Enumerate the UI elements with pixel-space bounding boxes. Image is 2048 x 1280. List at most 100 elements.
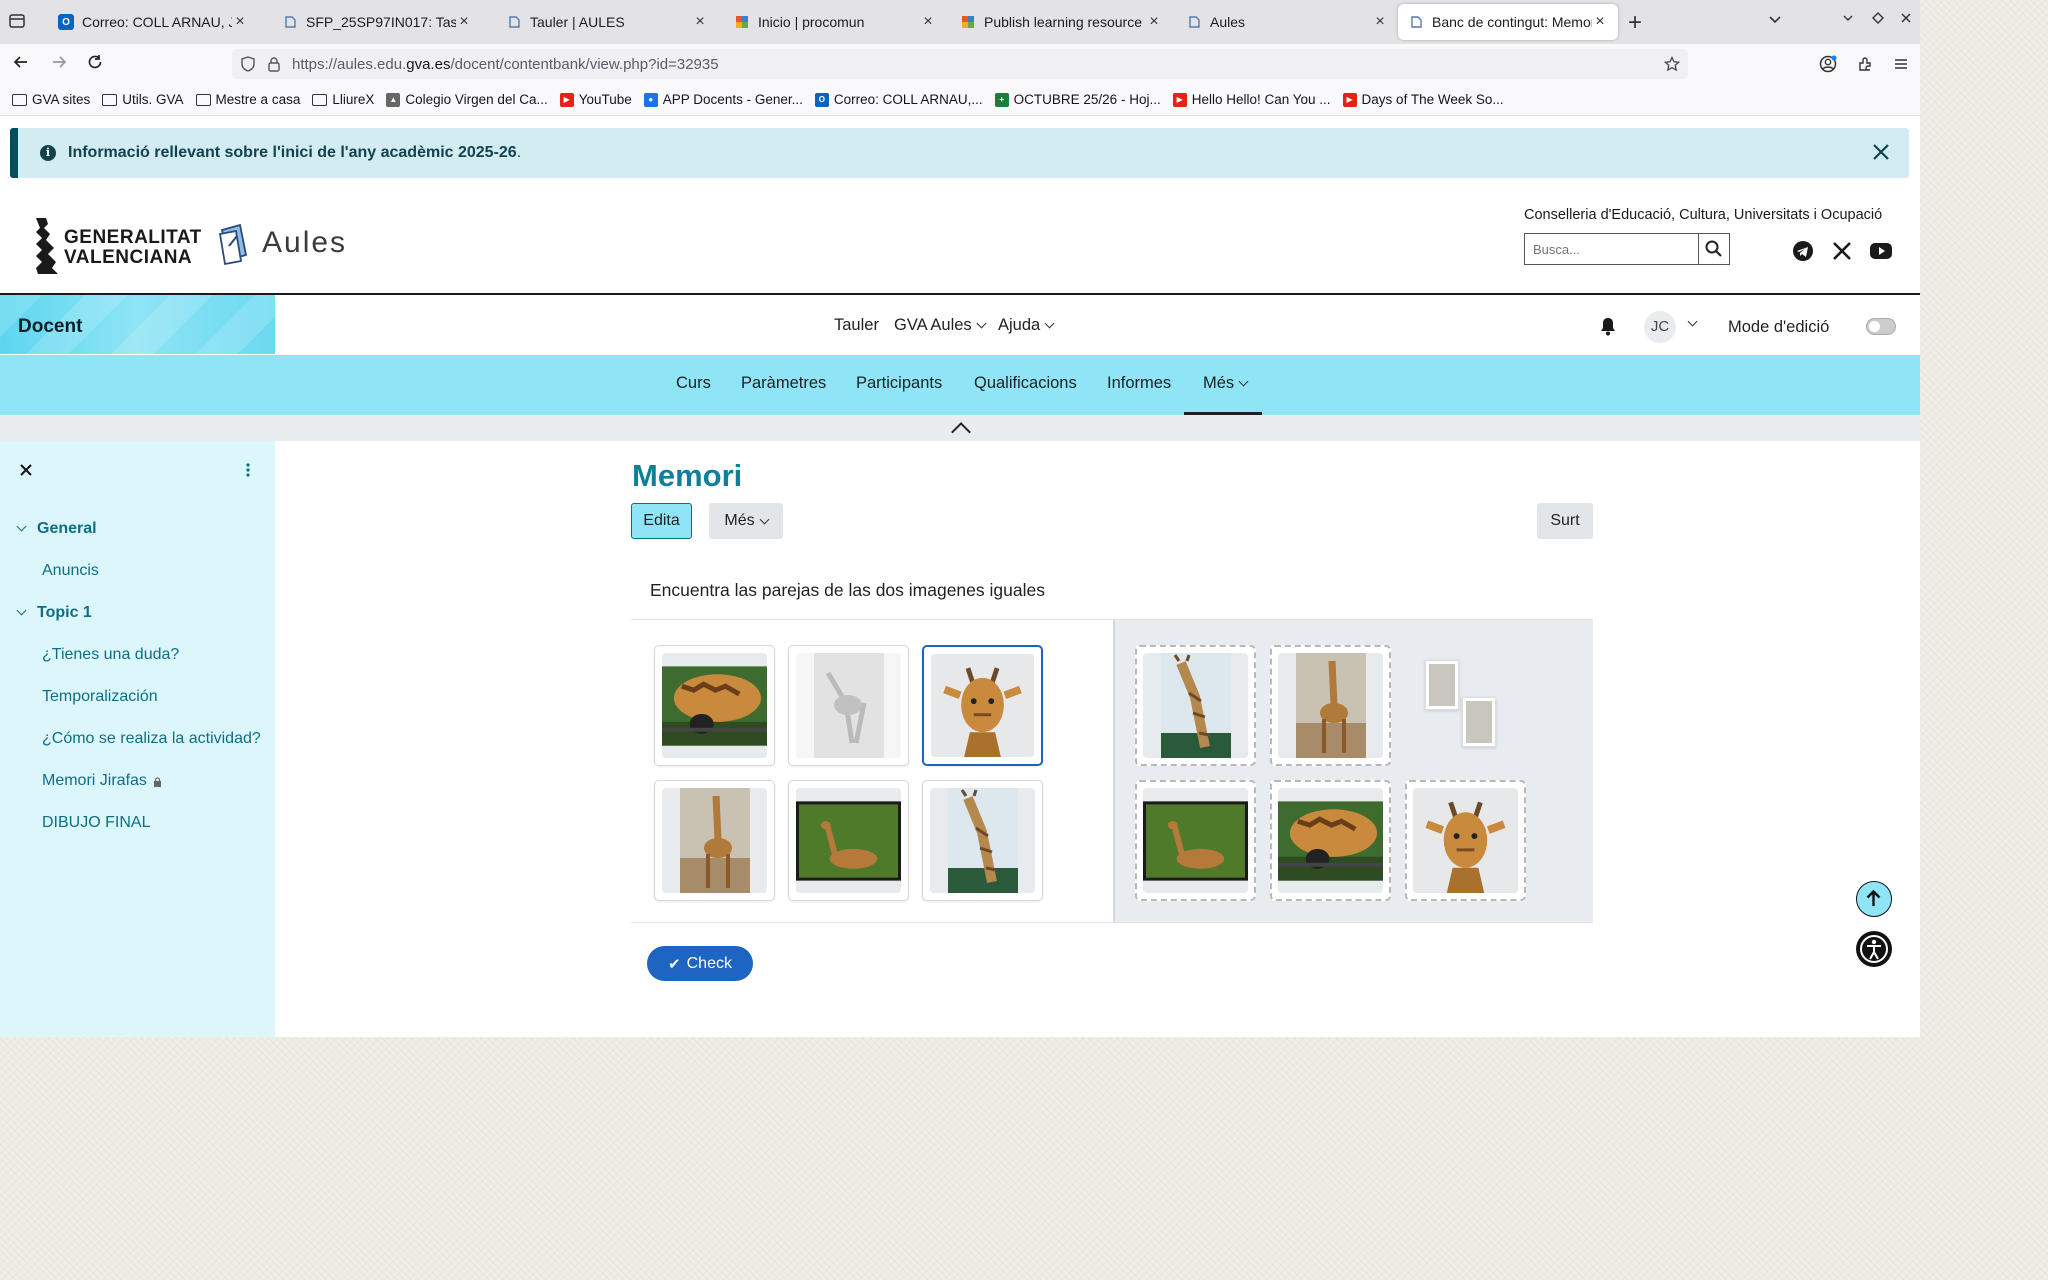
accessibility-icon[interactable] — [1856, 931, 1892, 967]
check-button[interactable]: ✔ Check — [647, 946, 753, 981]
bookmark-hello-hello[interactable]: ▶ Hello Hello! Can You ... — [1172, 92, 1331, 107]
close-tab-icon[interactable]: × — [920, 13, 936, 31]
browser-tab-3[interactable]: Tauler | AULES × — [496, 4, 718, 40]
bookmark-days-of-week[interactable]: ▶ Days of The Week So... — [1342, 92, 1504, 107]
bookmark-app-docents[interactable]: ● APP Docents - Gener... — [643, 92, 803, 107]
tab-title: SFP_25SP97IN017: Tasca Final — [306, 14, 456, 30]
bookmark-youtube[interactable]: ▶ YouTube — [559, 92, 632, 107]
sidebar-item-tienes-una-duda[interactable]: ¿Tienes una duda? — [42, 646, 179, 664]
aules-wordmark: Aules — [262, 226, 348, 259]
url-bar[interactable]: https://aules.edu. gva.es/docent/contentb… — [232, 49, 1688, 79]
topnav-ajuda[interactable]: Ajuda — [998, 316, 1055, 335]
sidebar-item-anuncis[interactable]: Anuncis — [42, 562, 99, 580]
sheets-icon: + — [994, 92, 1009, 107]
folder-icon — [12, 93, 27, 106]
search-input[interactable] — [1524, 233, 1698, 265]
tab-list-icon[interactable] — [8, 12, 30, 34]
sidebar-item-temporalizacion[interactable]: Temporalización — [42, 688, 158, 706]
new-tab-icon[interactable]: + — [1628, 9, 1642, 37]
sidebar-section-topic-1[interactable]: Topic 1 — [16, 604, 92, 622]
secnav-mes[interactable]: Més — [1203, 374, 1249, 393]
close-alert-icon[interactable] — [1869, 140, 1893, 164]
memory-card-4[interactable] — [654, 780, 775, 901]
secnav-participants[interactable]: Participants — [856, 374, 942, 393]
user-avatar[interactable]: JC — [1644, 311, 1676, 343]
tab-title: Publish learning resource — [984, 14, 1142, 30]
minimize-icon[interactable] — [1842, 12, 1854, 24]
close-tab-icon[interactable]: × — [1146, 13, 1162, 31]
browser-tab-5[interactable]: Publish learning resource × — [950, 4, 1172, 40]
secnav-informes[interactable]: Informes — [1107, 374, 1171, 393]
more-options-icon[interactable] — [245, 462, 251, 478]
tab-overflow-icon[interactable] — [1768, 12, 1782, 26]
back-icon[interactable] — [12, 53, 34, 75]
extensions-icon[interactable] — [1856, 54, 1876, 74]
search-button[interactable] — [1698, 233, 1730, 265]
notifications-bell-icon[interactable] — [1599, 316, 1617, 336]
bookmark-star-icon[interactable] — [1664, 56, 1680, 72]
bookmark-octubre-sheet[interactable]: + OCTUBRE 25/26 - Hoj... — [994, 92, 1161, 107]
chevron-down-icon — [1238, 376, 1249, 387]
memory-card-2-matched[interactable] — [788, 645, 909, 766]
x-twitter-icon[interactable] — [1831, 240, 1853, 262]
browser-tab-6[interactable]: Aules × — [1176, 4, 1398, 40]
account-icon[interactable] — [1818, 54, 1838, 74]
lock-icon — [153, 776, 162, 787]
browser-tab-4[interactable]: Inicio | procomun × — [724, 4, 946, 40]
sidebar-item-como-se-realiza[interactable]: ¿Cómo se realiza la actividad? — [42, 730, 261, 748]
bookmark-utils-gva[interactable]: Utils. GVA — [102, 92, 184, 107]
edit-mode-toggle[interactable] — [1866, 318, 1896, 335]
topnav-gva-aules[interactable]: GVA Aules — [894, 316, 987, 335]
shield-icon[interactable] — [240, 56, 256, 72]
secnav-curs[interactable]: Curs — [676, 374, 711, 393]
close-tab-icon[interactable]: × — [1592, 13, 1608, 31]
school-icon: ▲ — [386, 92, 401, 107]
edit-button[interactable]: Edita — [631, 503, 692, 539]
close-window-icon[interactable] — [1900, 12, 1912, 24]
url-host: gva.es — [406, 55, 451, 73]
bookmark-colegio[interactable]: ▲ Colegio Virgen del Ca... — [386, 92, 548, 107]
close-sidebar-icon[interactable] — [18, 462, 34, 478]
close-tab-icon[interactable]: × — [456, 13, 472, 31]
lock-icon[interactable] — [266, 56, 282, 72]
exit-button[interactable]: Surt — [1537, 503, 1593, 539]
drop-slot-6[interactable] — [1405, 780, 1526, 901]
forward-icon[interactable] — [50, 53, 72, 75]
bookmark-lliurex[interactable]: LliureX — [312, 92, 374, 107]
more-dropdown-button[interactable]: Més — [709, 503, 783, 539]
alert-text[interactable]: Informació rellevant sobre l'inici de l'… — [68, 144, 517, 162]
memory-card-6[interactable] — [922, 780, 1043, 901]
browser-tab-1[interactable]: O Correo: COLL ARNAU, JENIFER × — [48, 4, 258, 40]
drop-slot-4[interactable] — [1135, 780, 1256, 901]
reload-icon[interactable] — [86, 53, 108, 75]
close-tab-icon[interactable]: × — [1372, 13, 1388, 31]
scroll-to-top-button[interactable] — [1856, 881, 1892, 917]
browser-tab-2[interactable]: SFP_25SP97IN017: Tasca Final × — [272, 4, 482, 40]
close-tab-icon[interactable]: × — [232, 13, 248, 31]
drop-slot-1[interactable] — [1135, 645, 1256, 766]
browser-tab-active[interactable]: Banc de contingut: Memori × — [1398, 4, 1618, 40]
sidebar-item-memori-jirafas[interactable]: Memori Jirafas — [42, 772, 162, 790]
secnav-qualificacions[interactable]: Qualificacions — [974, 374, 1077, 393]
sidebar-section-general[interactable]: General — [16, 520, 97, 538]
menu-icon[interactable] — [1891, 54, 1911, 74]
secnav-parametres[interactable]: Paràmetres — [741, 374, 826, 393]
telegram-icon[interactable] — [1792, 240, 1814, 262]
aules-logo-icon[interactable] — [216, 222, 252, 266]
chevron-down-icon — [759, 514, 770, 524]
youtube-social-icon[interactable] — [1869, 240, 1892, 262]
bookmark-correo[interactable]: O Correo: COLL ARNAU,... — [814, 92, 983, 107]
bookmark-gva-sites[interactable]: GVA sites — [12, 92, 90, 107]
drop-slot-5[interactable] — [1270, 780, 1391, 901]
bookmark-mestre-a-casa[interactable]: Mestre a casa — [195, 92, 300, 107]
outlook-icon: O — [814, 92, 829, 107]
topnav-tauler[interactable]: Tauler — [834, 316, 879, 335]
close-tab-icon[interactable]: × — [692, 13, 708, 31]
drop-slot-2[interactable] — [1270, 645, 1391, 766]
maximize-icon[interactable] — [1872, 12, 1884, 24]
memory-card-3-selected[interactable] — [922, 645, 1043, 766]
sidebar-item-dibujo-final[interactable]: DIBUJO FINAL — [42, 814, 150, 832]
memory-card-1[interactable] — [654, 645, 775, 766]
browser-window: O Correo: COLL ARNAU, JENIFER × SFP_25SP… — [0, 0, 1920, 1037]
memory-card-5[interactable] — [788, 780, 909, 901]
